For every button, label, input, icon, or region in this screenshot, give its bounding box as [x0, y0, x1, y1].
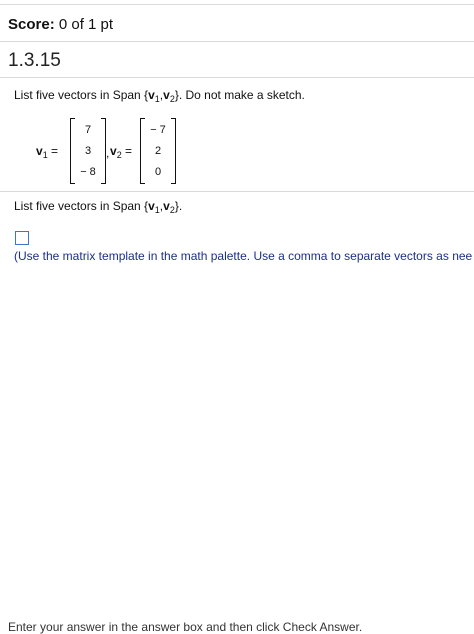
v1-name: v — [36, 144, 43, 158]
prompt-v2: v — [163, 88, 170, 102]
score-divider — [0, 41, 474, 42]
instruction-v1: v — [148, 199, 155, 213]
score-display: Score: 0 of 1 pt — [8, 16, 113, 33]
v1-equals: = — [47, 144, 59, 158]
vector-separator: , — [106, 146, 110, 160]
instruction-v2: v — [163, 199, 170, 213]
v2-label: v2 = — [110, 144, 132, 160]
instruction-suffix: }. — [174, 199, 183, 213]
v2-right-bracket — [171, 118, 176, 184]
footer-instruction: Enter your answer in the answer box and … — [8, 620, 363, 634]
question-number: 1.3.15 — [8, 50, 61, 71]
top-divider — [0, 4, 474, 5]
v2-name: v — [110, 144, 117, 158]
v1-matrix: 7 3 − 8 — [70, 118, 106, 184]
question-divider — [0, 77, 474, 78]
v2-equals: = — [121, 144, 133, 158]
prompt-suffix: }. Do not make a sketch. — [174, 88, 305, 102]
question-prompt: List five vectors in Span {v1,v2}. Do no… — [14, 88, 305, 104]
score-label: Score: — [8, 16, 55, 33]
v1-label: v1 = — [36, 144, 58, 160]
prompt-prefix: List five vectors in Span { — [14, 88, 149, 102]
score-value: 0 of 1 pt — [58, 16, 114, 33]
answer-instruction: List five vectors in Span {v1,v2}. — [14, 199, 182, 215]
answer-input-box[interactable] — [15, 231, 29, 245]
content-divider — [0, 191, 474, 192]
instruction-prefix: List five vectors in Span { — [14, 199, 149, 213]
answer-hint: (Use the matrix template in the math pal… — [14, 249, 473, 263]
v2-matrix: − 7 2 0 — [140, 118, 176, 184]
prompt-v1: v — [148, 88, 155, 102]
